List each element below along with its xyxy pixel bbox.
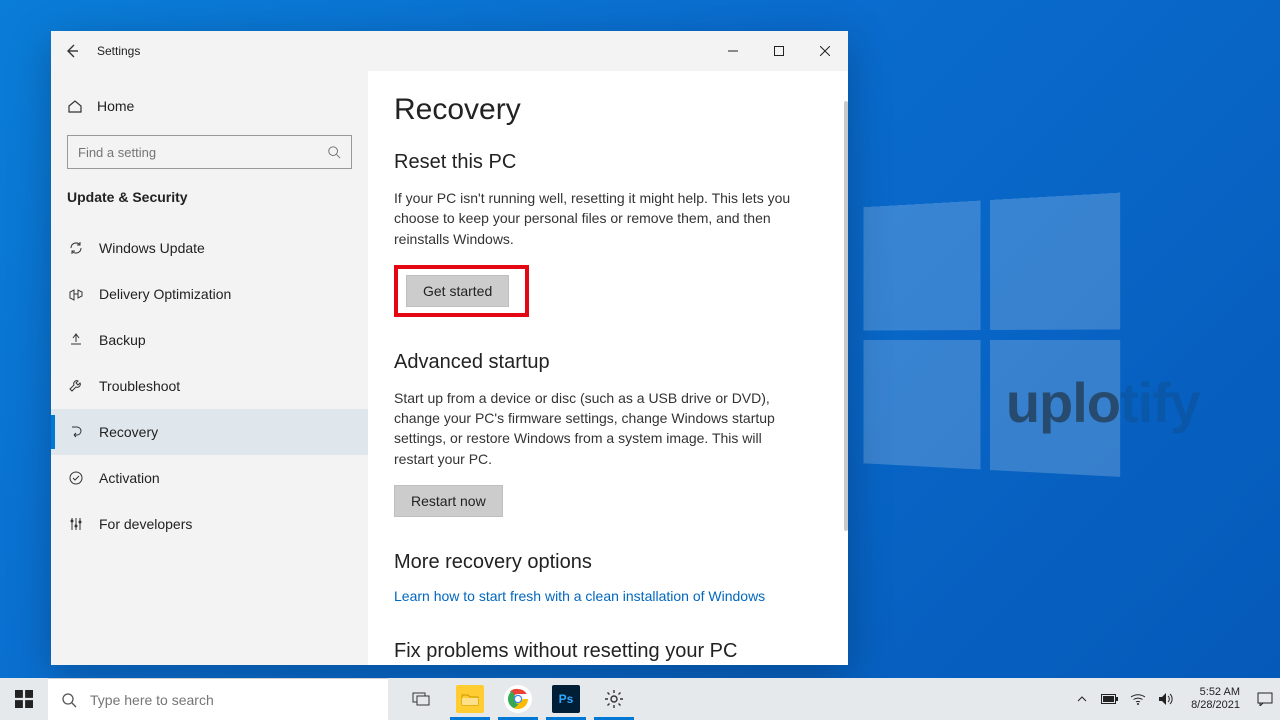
section-advanced-startup: Advanced startup Start up from a device … xyxy=(394,351,822,517)
file-explorer-icon xyxy=(456,685,484,713)
battery-icon[interactable] xyxy=(1101,690,1119,708)
start-button[interactable] xyxy=(0,678,48,720)
window-title: Settings xyxy=(97,44,140,58)
scrollbar[interactable] xyxy=(844,101,848,531)
get-started-button[interactable]: Get started xyxy=(406,275,509,307)
sidebar-item-label: Troubleshoot xyxy=(99,378,180,394)
sliders-icon xyxy=(67,515,85,533)
gear-icon xyxy=(600,685,628,713)
taskbar-search[interactable] xyxy=(48,678,388,720)
restart-now-button[interactable]: Restart now xyxy=(394,485,503,517)
page-title: Recovery xyxy=(394,93,822,127)
windows-logo-icon xyxy=(15,690,33,708)
sidebar-item-troubleshoot[interactable]: Troubleshoot xyxy=(51,363,368,409)
task-view-button[interactable] xyxy=(398,678,446,720)
taskbar-apps: Ps xyxy=(388,678,638,720)
fix-heading: Fix problems without resetting your PC xyxy=(394,640,822,663)
notifications-icon[interactable] xyxy=(1256,690,1274,708)
task-view-icon xyxy=(412,691,432,707)
backup-icon xyxy=(67,331,85,349)
maximize-icon xyxy=(774,46,784,56)
photoshop-icon: Ps xyxy=(552,685,580,713)
settings-taskbar-button[interactable] xyxy=(590,678,638,720)
back-button[interactable] xyxy=(51,31,93,71)
windows-desktop-logo xyxy=(864,192,1131,488)
home-icon xyxy=(67,98,83,114)
sidebar-item-activation[interactable]: Activation xyxy=(51,455,368,501)
minimize-button[interactable] xyxy=(710,31,756,71)
sidebar-item-delivery-optimization[interactable]: Delivery Optimization xyxy=(51,271,368,317)
clock-date: 8/28/2021 xyxy=(1191,699,1240,712)
maximize-button[interactable] xyxy=(756,31,802,71)
volume-icon[interactable] xyxy=(1157,690,1175,708)
check-circle-icon xyxy=(67,469,85,487)
start-fresh-link[interactable]: Learn how to start fresh with a clean in… xyxy=(394,588,765,604)
chrome-button[interactable] xyxy=(494,678,542,720)
sidebar-item-label: Recovery xyxy=(99,424,158,440)
content-area: Recovery Reset this PC If your PC isn't … xyxy=(368,71,848,665)
reset-heading: Reset this PC xyxy=(394,151,822,174)
sidebar-item-label: For developers xyxy=(99,516,192,532)
search-icon xyxy=(48,692,90,708)
section-reset-pc: Reset this PC If your PC isn't running w… xyxy=(394,151,822,317)
recovery-icon xyxy=(67,423,85,441)
wifi-icon[interactable] xyxy=(1129,690,1147,708)
arrow-left-icon xyxy=(64,43,80,59)
search-icon xyxy=(327,145,341,159)
watermark-text: uplotify xyxy=(1006,370,1200,435)
settings-window: Settings Home xyxy=(51,31,848,665)
sync-icon xyxy=(67,239,85,257)
sidebar-nav: Windows Update Delivery Optimization Bac… xyxy=(51,219,368,547)
taskbar-search-input[interactable] xyxy=(90,692,388,708)
sidebar-item-label: Backup xyxy=(99,332,146,348)
file-explorer-button[interactable] xyxy=(446,678,494,720)
sidebar-item-label: Activation xyxy=(99,470,160,486)
sidebar-item-label: Delivery Optimization xyxy=(99,286,231,302)
sidebar-item-for-developers[interactable]: For developers xyxy=(51,501,368,547)
reset-description: If your PC isn't running well, resetting… xyxy=(394,188,804,249)
section-more-recovery: More recovery options Learn how to start… xyxy=(394,551,822,606)
clock-time: 5:52 AM xyxy=(1191,686,1240,699)
more-heading: More recovery options xyxy=(394,551,822,574)
sidebar-item-recovery[interactable]: Recovery xyxy=(51,409,368,455)
advanced-description: Start up from a device or disc (such as … xyxy=(394,388,804,469)
annotation-highlight: Get started xyxy=(394,265,529,317)
system-tray: 5:52 AM 8/28/2021 xyxy=(1067,678,1280,720)
sidebar: Home Update & Security Windows Update xyxy=(51,71,368,665)
sidebar-item-backup[interactable]: Backup xyxy=(51,317,368,363)
section-fix-problems: Fix problems without resetting your PC xyxy=(394,640,822,663)
settings-search[interactable] xyxy=(67,135,352,169)
photoshop-button[interactable]: Ps xyxy=(542,678,590,720)
tray-chevron-icon[interactable] xyxy=(1073,690,1091,708)
delivery-icon xyxy=(67,285,85,303)
home-label: Home xyxy=(97,98,134,114)
clock[interactable]: 5:52 AM 8/28/2021 xyxy=(1185,686,1246,711)
home-nav[interactable]: Home xyxy=(51,85,368,127)
sidebar-item-label: Windows Update xyxy=(99,240,205,256)
chrome-icon xyxy=(504,685,532,713)
advanced-heading: Advanced startup xyxy=(394,351,822,374)
taskbar: Ps 5:52 AM 8/28/2021 xyxy=(0,678,1280,720)
wrench-icon xyxy=(67,377,85,395)
sidebar-item-windows-update[interactable]: Windows Update xyxy=(51,225,368,271)
settings-search-input[interactable] xyxy=(78,145,319,160)
minimize-icon xyxy=(728,46,738,56)
titlebar: Settings xyxy=(51,31,848,71)
sidebar-category: Update & Security xyxy=(51,179,368,219)
close-button[interactable] xyxy=(802,31,848,71)
close-icon xyxy=(820,46,830,56)
